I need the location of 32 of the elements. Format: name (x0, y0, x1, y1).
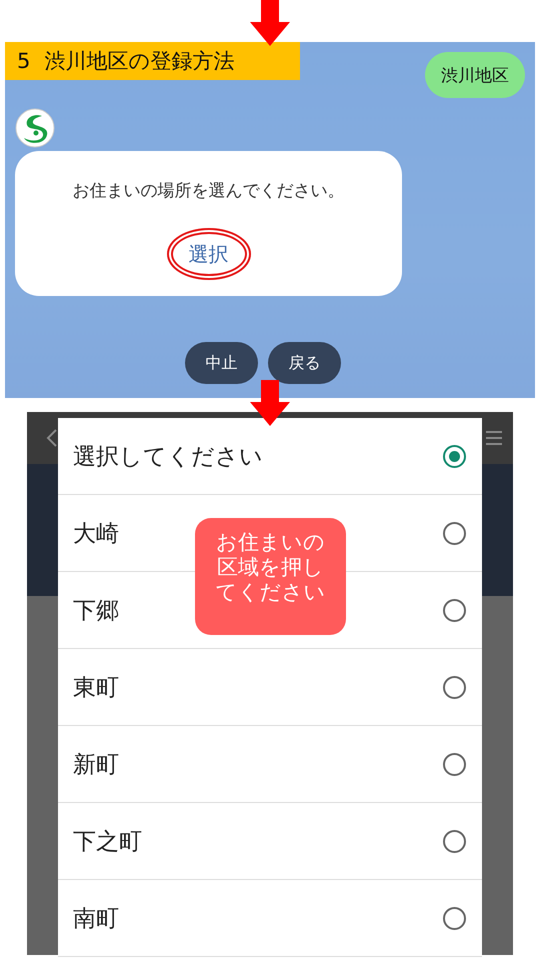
quick-reply-button[interactable]: 中止 (185, 342, 258, 384)
down-arrow-icon (250, 380, 290, 426)
back-icon (45, 428, 59, 448)
option-label: 新町 (73, 750, 119, 780)
step-number: 5 (17, 49, 30, 73)
instruction-callout: お住まいの区域を押してください (195, 518, 346, 635)
step-title: 渋川地区の登録方法 (44, 48, 234, 75)
option-row[interactable]: 選択してください (58, 418, 482, 495)
radio-button[interactable] (443, 444, 466, 468)
radio-button[interactable] (443, 906, 466, 930)
user-message-bubble: 渋川地区 (425, 52, 525, 98)
option-label: 下郷 (73, 596, 119, 626)
select-button[interactable]: 選択 (166, 228, 250, 280)
option-row[interactable]: 新町 (58, 726, 482, 803)
option-row[interactable]: 東町 (58, 649, 482, 726)
option-row[interactable]: 南町 (58, 880, 482, 957)
message-text: お住まいの場所を選んでください。 (72, 180, 344, 202)
option-row[interactable]: 下之町 (58, 803, 482, 880)
radio-button[interactable] (443, 676, 466, 698)
option-label: 選択してください (73, 442, 263, 472)
radio-button[interactable] (443, 752, 466, 776)
option-label: 下之町 (73, 828, 142, 856)
radio-button[interactable] (443, 830, 466, 852)
menu-icon (485, 430, 503, 446)
option-label: 大崎 (73, 520, 119, 548)
logo-icon (15, 108, 55, 148)
radio-button[interactable] (443, 598, 466, 622)
option-label: 東町 (73, 674, 119, 702)
radio-button[interactable] (443, 522, 466, 544)
down-arrow-icon (250, 0, 290, 46)
option-label: 南町 (73, 904, 119, 934)
quick-reply-button[interactable]: 戻る (268, 342, 341, 384)
